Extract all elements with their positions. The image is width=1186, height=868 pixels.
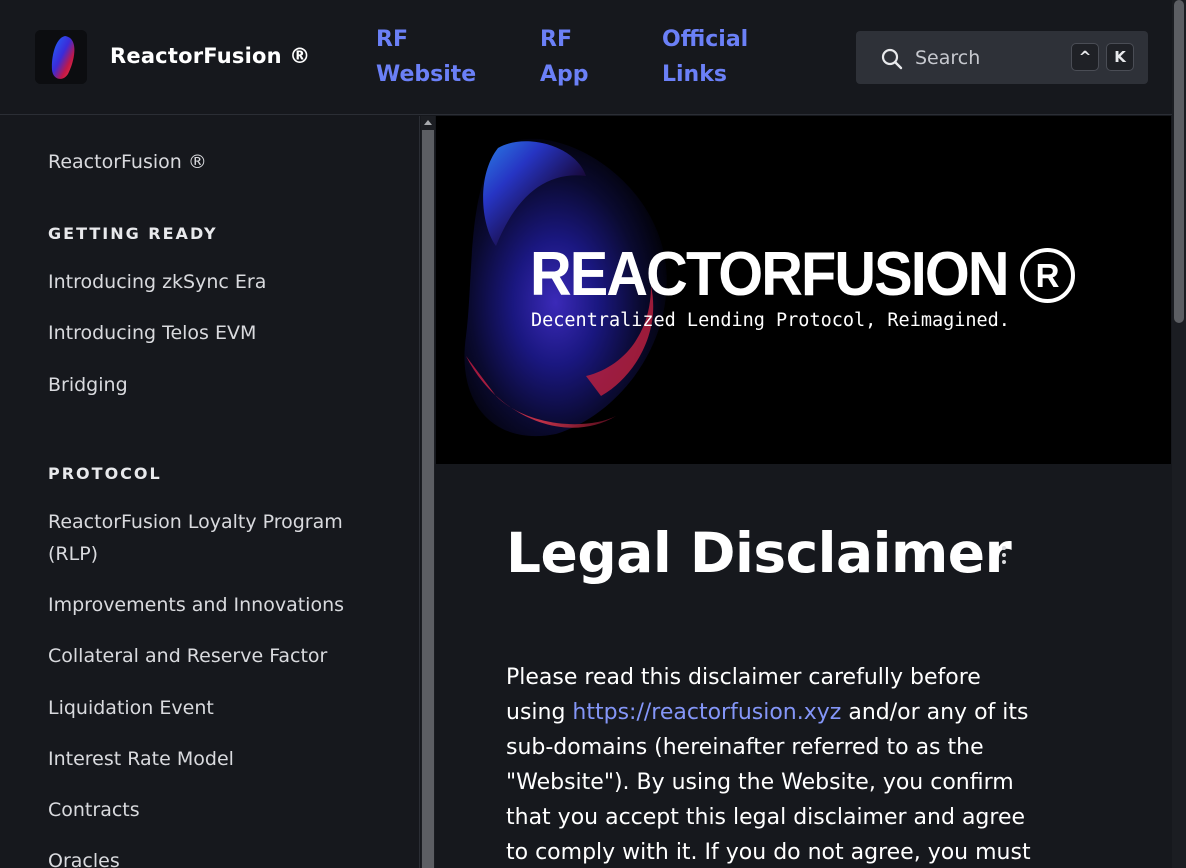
shortcut-key-k: K xyxy=(1106,43,1134,71)
banner-title: REACTORFUSION xyxy=(530,240,1010,309)
nav-rf-app-line2: App xyxy=(540,62,589,87)
nav-official-links-line1: Official xyxy=(662,27,749,52)
nav-rf-website-line1: RF xyxy=(376,27,408,52)
sidebar-item-zksync[interactable]: Introducing zkSync Era xyxy=(48,266,266,298)
sidebar: ReactorFusion ® GETTING READY Introducin… xyxy=(0,116,420,868)
sidebar-item-collateral[interactable]: Collateral and Reserve Factor xyxy=(48,640,327,672)
brand-title[interactable]: ReactorFusion ® xyxy=(110,44,311,68)
sidebar-item-bridging[interactable]: Bridging xyxy=(48,369,128,401)
search-box[interactable]: Search ^ K xyxy=(856,31,1148,84)
page-scrollbar-thumb[interactable] xyxy=(1174,0,1184,323)
sidebar-item-rlp-cont[interactable]: (RLP) xyxy=(48,538,98,570)
nav-official-links[interactable]: Official Links xyxy=(662,22,772,92)
sidebar-item-improvements[interactable]: Improvements and Innovations xyxy=(48,589,344,621)
more-options-icon[interactable] xyxy=(1000,546,1008,568)
search-icon xyxy=(881,48,903,70)
page-title: Legal Disclaimer xyxy=(506,521,1012,585)
top-navigation-bar: ReactorFusion ® RF Website RF App Offici… xyxy=(0,0,1172,115)
main-content: REACTORFUSION R Decentralized Lending Pr… xyxy=(436,116,1172,868)
shortcut-key-ctrl: ^ xyxy=(1071,43,1099,71)
nav-rf-website[interactable]: RF Website xyxy=(376,22,486,92)
sidebar-item-home[interactable]: ReactorFusion ® xyxy=(48,146,207,178)
banner-tagline: Decentralized Lending Protocol, Reimagin… xyxy=(531,310,1010,331)
hero-banner: REACTORFUSION R Decentralized Lending Pr… xyxy=(436,116,1171,464)
nav-rf-app[interactable]: RF App xyxy=(540,22,610,92)
disclaimer-paragraph: Please read this disclaimer carefully be… xyxy=(506,660,1046,868)
sidebar-heading-protocol: PROTOCOL xyxy=(48,464,162,483)
page-scrollbar[interactable] xyxy=(1172,0,1186,868)
website-link[interactable]: https://reactorfusion.xyz xyxy=(572,700,841,725)
registered-mark: R xyxy=(1020,248,1075,303)
search-placeholder: Search xyxy=(915,47,981,69)
nav-official-links-line2: Links xyxy=(662,62,727,87)
sidebar-item-telos[interactable]: Introducing Telos EVM xyxy=(48,317,256,349)
sidebar-item-liquidation[interactable]: Liquidation Event xyxy=(48,692,214,724)
sidebar-scrollbar-thumb[interactable] xyxy=(422,130,434,868)
sidebar-item-oracles[interactable]: Oracles xyxy=(48,845,120,868)
logo-icon[interactable] xyxy=(35,30,87,84)
sidebar-item-contracts[interactable]: Contracts xyxy=(48,794,140,826)
scroll-up-arrow-icon[interactable] xyxy=(424,120,432,125)
sidebar-heading-getting-ready: GETTING READY xyxy=(48,224,218,243)
sidebar-scrollbar[interactable] xyxy=(421,116,435,868)
nav-rf-website-line2: Website xyxy=(376,62,477,87)
nav-rf-app-line1: RF xyxy=(540,27,572,52)
sidebar-item-interest-rate[interactable]: Interest Rate Model xyxy=(48,743,234,775)
sidebar-item-rlp[interactable]: ReactorFusion Loyalty Program xyxy=(48,506,343,538)
